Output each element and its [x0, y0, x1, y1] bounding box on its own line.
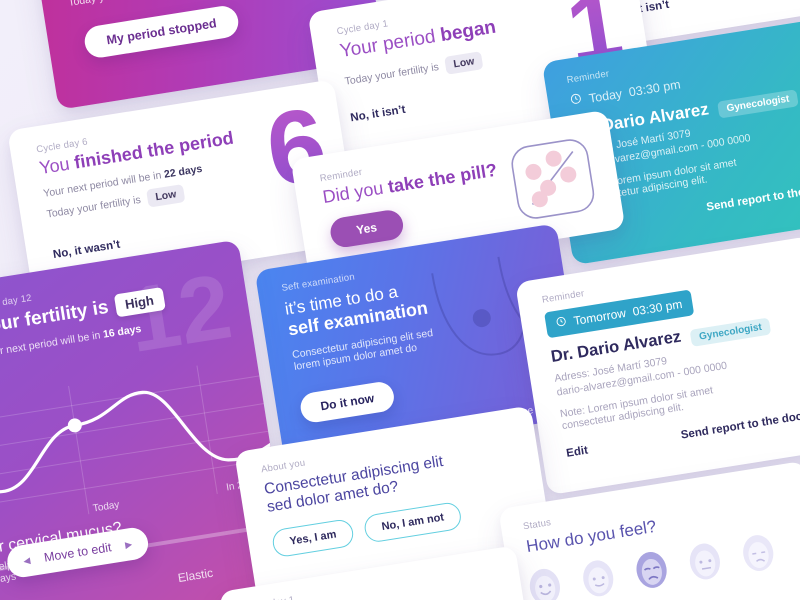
do-it-now-button[interactable]: Do it now — [298, 380, 397, 425]
slider-label: Move to edit — [42, 540, 113, 565]
fertility-sub-prefix: Today your fertility is — [343, 61, 440, 88]
mood-happy-icon[interactable] — [522, 562, 568, 600]
mood-smile-icon[interactable] — [575, 554, 621, 600]
reminder-time: 03:30 pm — [627, 77, 682, 100]
fertility-chip: Low — [146, 184, 186, 208]
fertility-chip: Low — [444, 51, 484, 75]
action-not-wasnt[interactable]: No, it wasn’t — [52, 239, 121, 261]
mood-sad-icon[interactable] — [628, 545, 674, 595]
answer-no-button[interactable]: No, I am not — [362, 500, 463, 544]
card-status-mood[interactable]: Status How do you feel? — [498, 460, 800, 600]
edit-button[interactable]: Edit — [565, 445, 588, 460]
send-report-button[interactable]: Send report to the doctor — [706, 180, 800, 213]
reminder-when: Tomorrow — [572, 305, 627, 328]
ui-kit-canvas: 6 ould stop Today you have a Low fertili… — [0, 0, 800, 600]
chevron-left-icon[interactable]: ◀ — [23, 555, 32, 567]
fertility-chip: High — [113, 287, 166, 318]
mood-neutral-icon[interactable] — [682, 537, 728, 587]
reminder-when: Today — [587, 86, 624, 106]
slider-value: Elastic — [176, 565, 214, 586]
reminder-time: 03:30 pm — [631, 296, 684, 319]
pill-yes-button[interactable]: Yes — [328, 208, 405, 250]
action-not-isnt[interactable]: No, it isn’t — [350, 104, 407, 125]
mood-tired-icon[interactable] — [735, 528, 781, 578]
answer-yes-button[interactable]: Yes, I am — [270, 517, 356, 559]
fertility-sub-prefix: Today your fertility is — [45, 193, 142, 221]
clock-icon — [555, 313, 569, 332]
period-stopped-button[interactable]: My period stopped — [82, 3, 241, 60]
chevron-right-icon[interactable]: ▶ — [124, 538, 133, 550]
fertility-sub-prefix: Today you have a — [67, 0, 150, 9]
send-report-button[interactable]: Send report to the doctor — [680, 408, 800, 441]
clock-icon — [569, 91, 584, 111]
